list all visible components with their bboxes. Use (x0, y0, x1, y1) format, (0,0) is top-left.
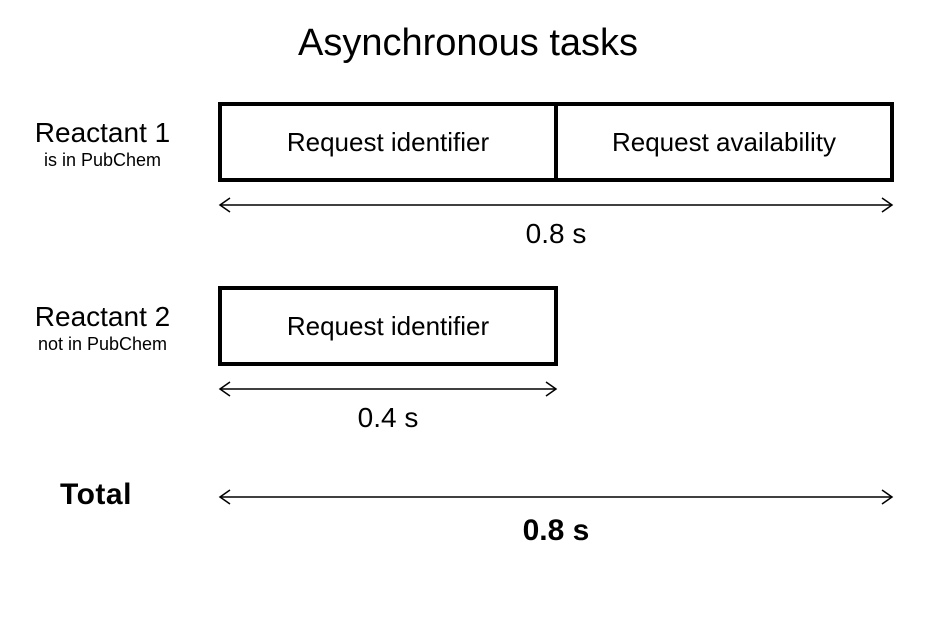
row-2-step-1: Request identifier (218, 286, 558, 366)
row-1-step-1: Request identifier (218, 102, 558, 182)
total-duration-arrow (218, 488, 894, 506)
row-2-duration-arrow (218, 380, 558, 398)
row-1-name: Reactant 1 (0, 118, 205, 149)
total-label: Total (60, 478, 132, 512)
diagram-stage: Asynchronous tasks Reactant 1 is in PubC… (0, 0, 936, 618)
row-2-name: Reactant 2 (0, 302, 205, 333)
diagram-title: Asynchronous tasks (0, 22, 936, 65)
row-2-duration: 0.4 s (218, 402, 558, 434)
row-1-duration-arrow (218, 196, 894, 214)
total-duration: 0.8 s (218, 514, 894, 548)
row-2-subtext: not in PubChem (0, 335, 205, 355)
row-1-step-2: Request availability (554, 102, 894, 182)
row-1-duration: 0.8 s (218, 218, 894, 250)
row-2-label: Reactant 2 not in PubChem (0, 302, 205, 355)
row-1-label: Reactant 1 is in PubChem (0, 118, 205, 171)
row-1-subtext: is in PubChem (0, 151, 205, 171)
